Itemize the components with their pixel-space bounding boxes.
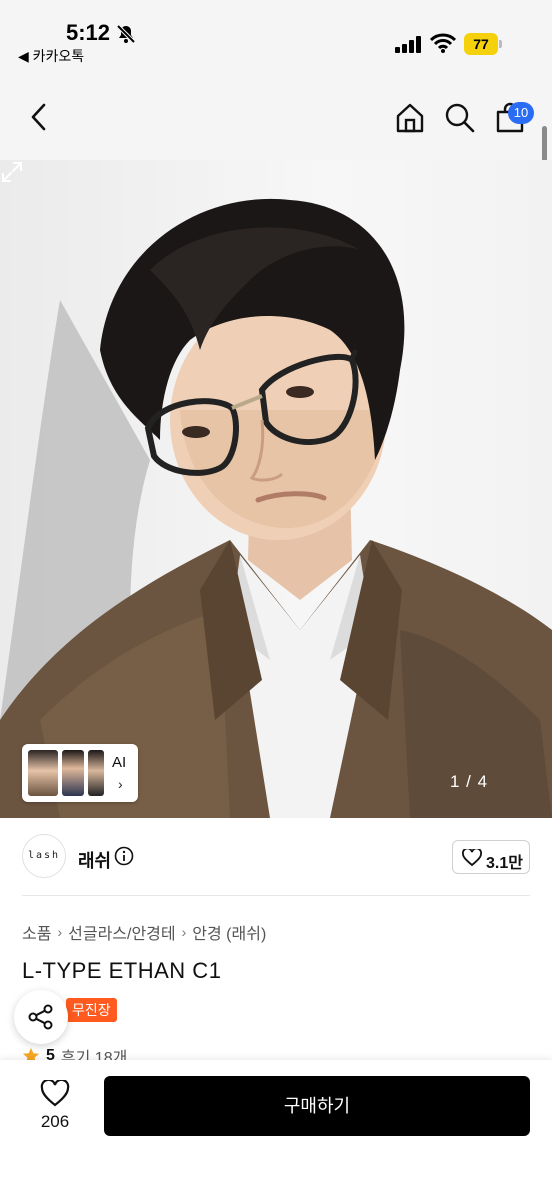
nav-bar: 10	[0, 72, 552, 160]
chevron-right-icon: ›	[57, 924, 63, 940]
thumbnail-2[interactable]	[62, 750, 84, 796]
favorite-count: 206	[40, 1112, 70, 1131]
breadcrumb-item[interactable]: 안경 (래쉬)	[192, 920, 266, 944]
share-icon	[28, 1004, 53, 1030]
battery-indicator: 77	[464, 33, 502, 55]
breadcrumb-item[interactable]: 소품	[22, 920, 51, 944]
seller-like-count: 3.1만	[486, 855, 523, 872]
seller-row: lash 래쉬 3.1만	[22, 818, 530, 896]
wifi-icon	[430, 33, 456, 53]
ai-label: AI	[112, 754, 127, 771]
image-page-indicator: 1 / 4	[450, 772, 489, 791]
signal-icon	[395, 35, 425, 53]
info-icon[interactable]	[114, 846, 134, 866]
breadcrumb: 소품 › 선글라스/안경테 › 안경 (래쉬)	[22, 920, 266, 944]
ai-thumbnail-strip[interactable]: AI ›	[22, 744, 138, 802]
battery-level: 77	[464, 33, 498, 55]
chevron-right-icon: ›	[118, 776, 123, 792]
heart-icon[interactable]	[40, 1080, 70, 1108]
home-icon[interactable]	[394, 102, 426, 134]
expand-icon[interactable]	[0, 160, 24, 184]
thumbnail-1[interactable]	[28, 750, 58, 796]
search-icon[interactable]	[444, 102, 476, 134]
breadcrumb-item[interactable]: 선글라스/안경테	[68, 920, 176, 944]
delivery-badge: 무진장	[66, 998, 117, 1022]
buy-button[interactable]: 구매하기	[104, 1076, 530, 1136]
share-button[interactable]	[14, 990, 68, 1044]
heart-icon	[462, 849, 482, 867]
model-photo	[0, 198, 552, 818]
product-title: L-TYPE ETHAN C1	[22, 958, 222, 983]
back-to-app-link[interactable]: ◀ 카카오톡	[18, 46, 84, 66]
bottom-action-bar: 206 구매하기	[0, 1060, 552, 1200]
cart-count-badge: 10	[508, 102, 534, 124]
seller-like-button[interactable]: 3.1만	[452, 840, 530, 874]
bell-slash-icon	[116, 24, 136, 44]
seller-logo[interactable]: lash	[22, 834, 66, 878]
product-hero-image[interactable]: AI › 1 / 4	[0, 160, 552, 818]
seller-name[interactable]: 래쉬	[78, 847, 111, 873]
status-time: 5:12	[66, 20, 111, 45]
status-bar: 5:12 ◀ 카카오톡 77	[0, 0, 552, 72]
thumbnail-3[interactable]	[88, 750, 104, 796]
chevron-right-icon: ›	[181, 924, 187, 940]
chevron-left-icon[interactable]	[24, 102, 54, 132]
